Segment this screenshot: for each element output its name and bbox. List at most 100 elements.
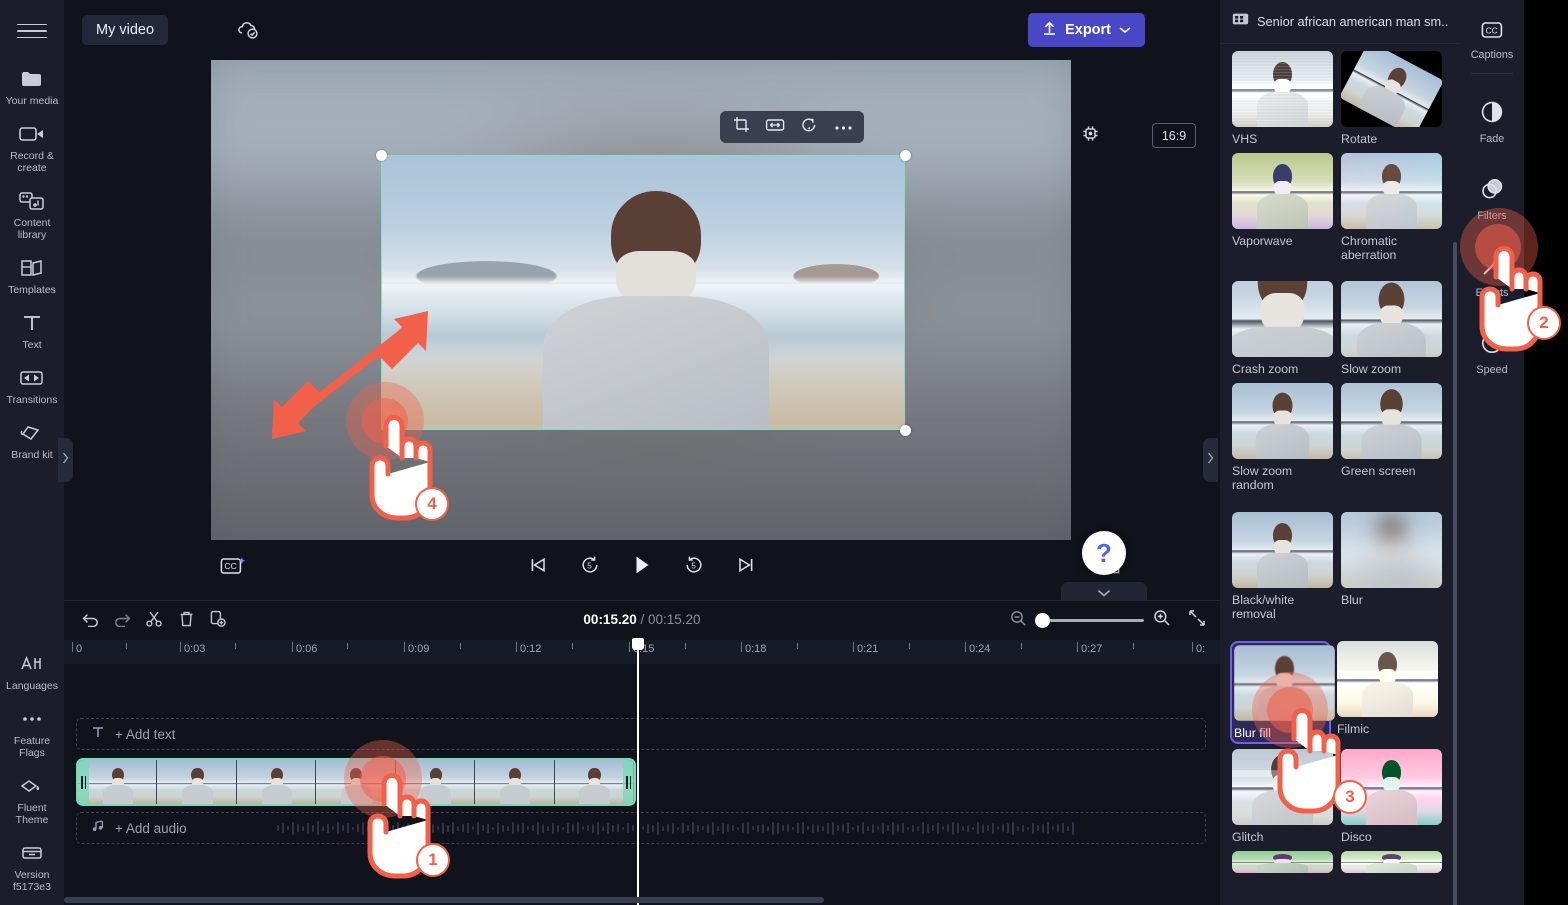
clip-trim-handle-right[interactable] — [623, 760, 634, 804]
effect-label: Black/white removal — [1232, 593, 1295, 621]
sidebar-item-brand-kit[interactable]: Brand kit — [0, 412, 64, 467]
timeline-horizontal-scrollbar[interactable] — [64, 897, 1220, 903]
video-frame-image — [382, 156, 904, 429]
play-button[interactable] — [627, 552, 657, 582]
sidebar-item-feature-flags[interactable]: Feature Flags — [0, 698, 64, 765]
aspect-ratio-button[interactable]: 16:9 — [1152, 123, 1196, 148]
aspect-ratio-value: 16:9 — [1161, 128, 1187, 143]
effect-label: Green screen — [1341, 464, 1416, 478]
effect-slow-zoom[interactable]: Slow zoom — [1341, 281, 1442, 376]
sidebar-item-text[interactable]: Text — [0, 302, 64, 357]
clip-thumbnail-strip — [78, 760, 634, 804]
element-floating-toolbar — [720, 111, 864, 143]
effect-green-screen[interactable]: Green screen — [1341, 383, 1442, 492]
chip-settings-icon[interactable] — [1081, 124, 1100, 148]
ruler-tick-label: 0: — [1196, 643, 1206, 655]
crop-button[interactable] — [726, 114, 756, 140]
forward-5s-button[interactable]: 5 — [679, 552, 709, 582]
effect-glitch[interactable]: Glitch — [1232, 749, 1333, 844]
zoom-slider-handle[interactable] — [1035, 613, 1050, 629]
tab-captions[interactable]: CC Captions — [1460, 10, 1524, 69]
effect-crash-zoom[interactable]: Crash zoom — [1232, 281, 1333, 376]
fade-circle-icon — [1480, 100, 1504, 129]
selected-video-element[interactable] — [381, 155, 905, 430]
rewind-5s-button[interactable]: 5 — [575, 552, 605, 582]
effect-vhs[interactable]: VHS — [1232, 51, 1333, 146]
table-row[interactable] — [76, 758, 636, 806]
upload-arrow-icon — [1042, 20, 1057, 40]
playhead[interactable] — [632, 638, 644, 905]
tab-filters[interactable]: Filters — [1460, 167, 1524, 230]
skip-to-end-button[interactable] — [731, 552, 761, 582]
ruler-tick-label: 0:27 — [1081, 643, 1103, 655]
timeline-zoom-group — [1010, 609, 1206, 632]
skip-to-start-button[interactable] — [523, 552, 553, 582]
effect-blur-fill[interactable]: Blur fill — [1230, 641, 1335, 744]
scrollbar-thumb[interactable] — [64, 897, 824, 903]
sidebar-item-languages[interactable]: Languages — [0, 643, 64, 698]
sidebar-item-your-media[interactable]: Your media — [0, 58, 64, 113]
ellipsis-icon — [834, 118, 853, 136]
video-canvas[interactable] — [211, 60, 1071, 540]
rotate-button[interactable] — [794, 114, 824, 140]
effect-rotate[interactable]: Rotate — [1341, 51, 1442, 146]
ruler-tick-label: 0:12 — [520, 643, 542, 655]
tool-rail-label: Speed — [1476, 364, 1508, 376]
collapse-right-panel-button[interactable] — [1203, 438, 1218, 482]
sidebar-item-transitions[interactable]: Transitions — [0, 357, 64, 412]
sidebar-item-templates[interactable]: Templates — [0, 247, 64, 302]
effect-blur[interactable]: Blur — [1341, 512, 1442, 621]
add-text-track[interactable]: + Add text — [76, 718, 1206, 750]
effect-slow-zoom-random[interactable]: Slow zoom random — [1232, 383, 1333, 492]
export-button[interactable]: Export — [1028, 13, 1145, 47]
effect-filmic[interactable]: Filmic — [1337, 641, 1438, 742]
fit-to-screen-icon[interactable] — [1188, 609, 1206, 632]
tab-effects[interactable]: Effects — [1460, 244, 1524, 307]
video-camera-icon — [19, 121, 45, 147]
ruler-tick-label: 0:09 — [408, 643, 430, 655]
effect-vaporwave[interactable]: Vaporwave — [1232, 153, 1333, 262]
paint-bucket-icon — [19, 773, 45, 799]
ellipsis-icon — [19, 706, 45, 732]
effect-next-row-partial-a[interactable] — [1232, 851, 1333, 873]
help-button[interactable]: ? — [1082, 531, 1126, 575]
effect-chromatic-aberration[interactable]: Chromatic aberration — [1341, 153, 1442, 262]
effect-label: Glitch — [1232, 830, 1264, 844]
tab-fade[interactable]: Fade — [1460, 90, 1524, 153]
playhead-handle[interactable] — [632, 638, 644, 650]
effect-next-row-partial-b[interactable] — [1341, 851, 1442, 873]
hamburger-menu-icon[interactable] — [17, 18, 47, 44]
ruler-tick-label: 0:06 — [296, 643, 318, 655]
zoom-slider[interactable] — [1035, 613, 1144, 629]
resize-handle-top-right[interactable] — [899, 149, 911, 161]
sidebar-item-content-library[interactable]: Content library — [0, 180, 64, 247]
timeline[interactable]: 0 0:03 0:06 0:09 0:12 0:15 0:18 0:21 0:2… — [64, 638, 1220, 905]
project-name-input[interactable]: My video — [82, 15, 169, 45]
effects-panel-scrollbar[interactable] — [1453, 242, 1457, 905]
add-audio-track[interactable]: + Add audio — [76, 812, 1206, 844]
cloud-saved-icon[interactable] — [236, 19, 260, 46]
sidebar-item-fluent-theme[interactable]: Fluent Theme — [0, 765, 64, 832]
effect-label: Chromatic aberration — [1341, 234, 1398, 262]
resize-handle-bottom-right[interactable] — [899, 424, 911, 436]
effects-scroll-region[interactable]: Pulse Spin VHS Rotate Vaporwave — [1220, 44, 1460, 905]
playback-controls: 5 5 — [64, 552, 1220, 582]
fit-button[interactable] — [760, 114, 790, 140]
clip-trim-handle-left[interactable] — [78, 760, 89, 804]
sidebar-item-record-create[interactable]: Record & create — [0, 113, 64, 180]
add-text-label: + Add text — [115, 726, 176, 742]
effect-disco[interactable]: Disco — [1341, 749, 1442, 844]
zoom-in-icon[interactable] — [1153, 609, 1171, 632]
effect-black-white-removal[interactable]: Black/white removal — [1232, 512, 1333, 621]
export-label: Export — [1065, 22, 1111, 38]
sidebar-bottom-group: Languages Feature Flags Fluent Theme Ver… — [0, 643, 64, 899]
collapse-left-panel-button[interactable] — [58, 438, 73, 482]
effect-label: Vaporwave — [1232, 234, 1293, 248]
tab-speed[interactable]: Speed — [1460, 321, 1524, 384]
zoom-out-icon[interactable] — [1010, 610, 1027, 632]
sidebar-item-version[interactable]: Version f5173e3 — [0, 832, 64, 899]
more-options-button[interactable] — [828, 114, 858, 140]
sidebar-item-label: Record & create — [10, 150, 54, 174]
resize-handle-top-left[interactable] — [375, 149, 387, 161]
selected-clip-title: Senior african american man sm... — [1257, 14, 1448, 29]
